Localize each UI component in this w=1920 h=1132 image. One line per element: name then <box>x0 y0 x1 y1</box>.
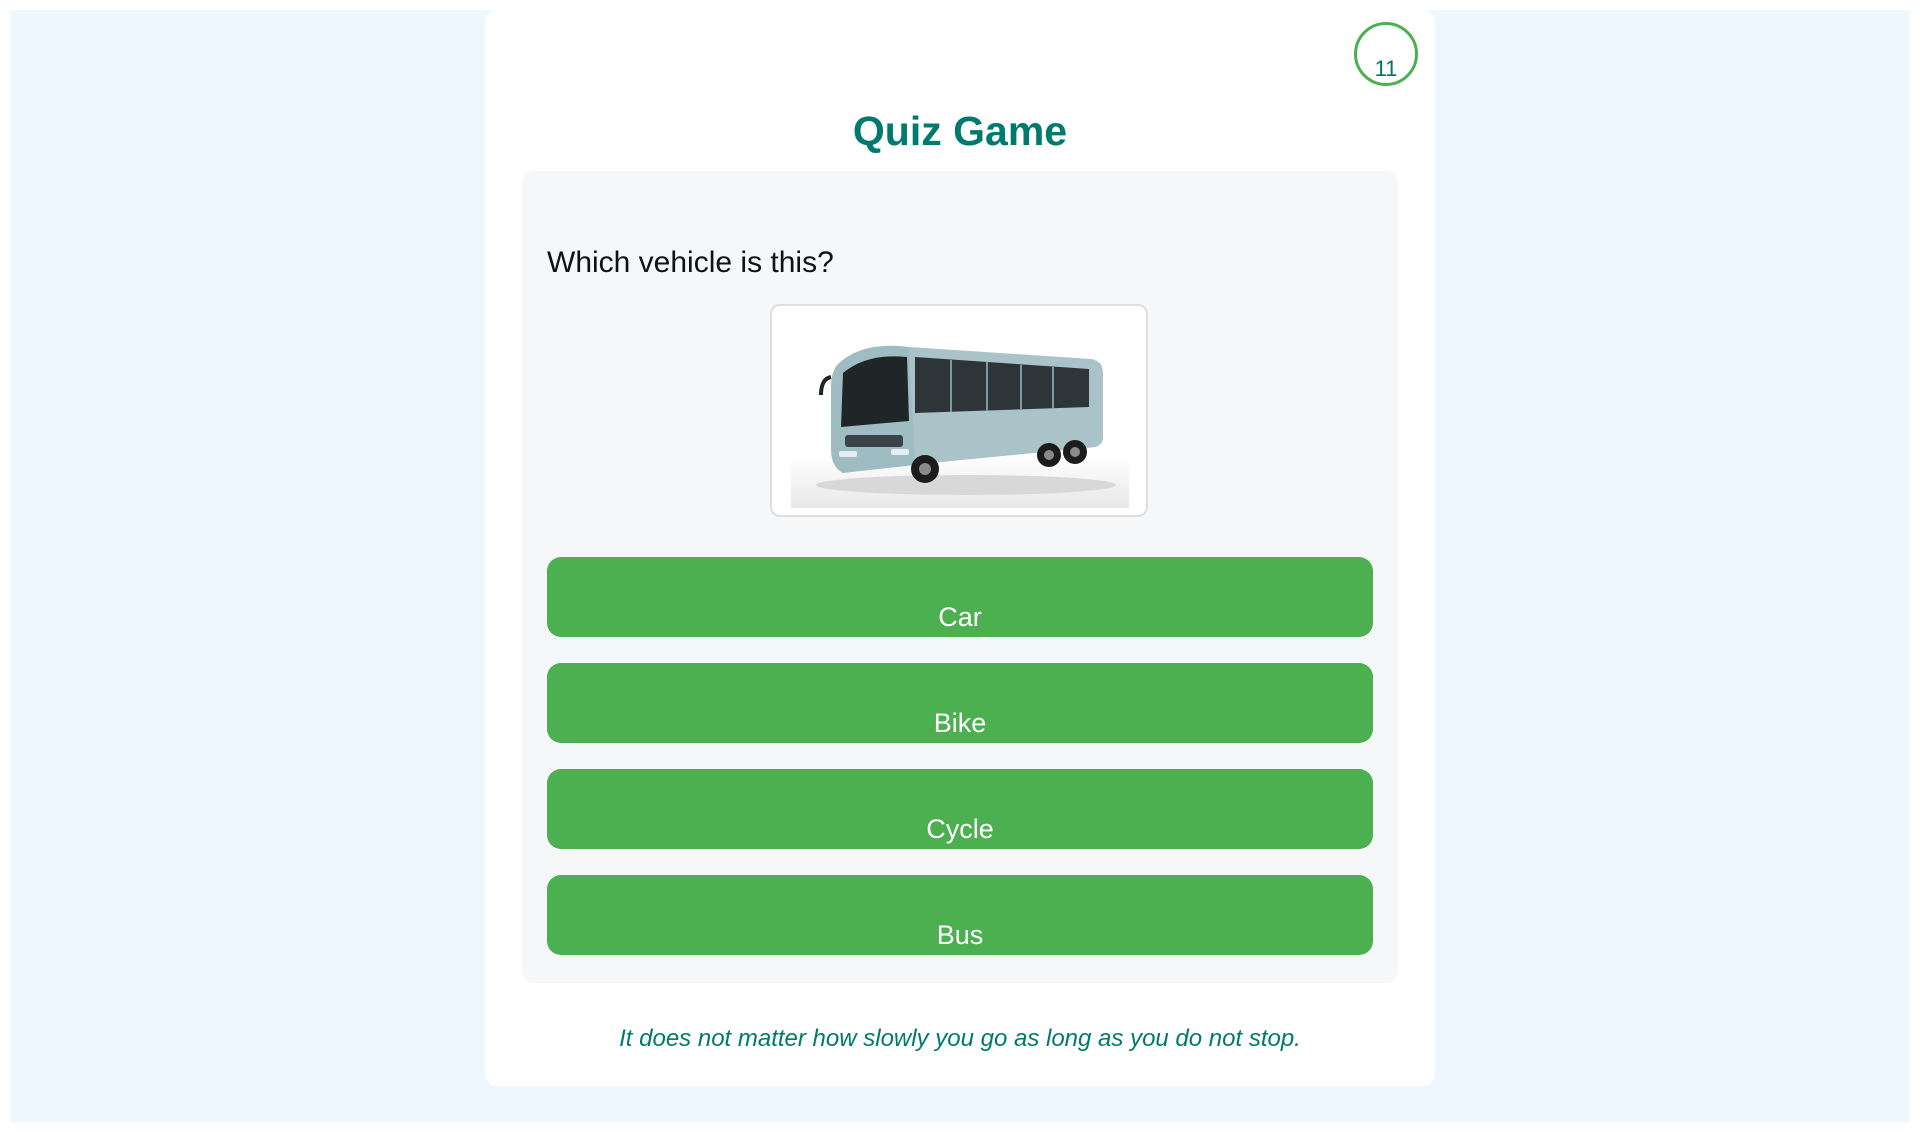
question-panel: Which vehicle is this? Car Bike Cycle Bu… <box>522 171 1398 983</box>
timer-value: 11 <box>1374 56 1398 81</box>
answer-button-cycle[interactable]: Cycle <box>547 769 1373 849</box>
page-title: Quiz Game <box>852 108 1068 154</box>
quiz-card: 11 Quiz Game Which vehicle is this? Car … <box>485 10 1435 1086</box>
page-background: 11 Quiz Game Which vehicle is this? Car … <box>10 10 1910 1122</box>
answer-button-car[interactable]: Car <box>547 557 1373 637</box>
countdown-timer: 11 <box>1354 22 1418 86</box>
answer-button-bike[interactable]: Bike <box>547 663 1373 743</box>
question-text: Which vehicle is this? <box>547 246 834 279</box>
bus-image <box>791 317 1129 508</box>
question-image-frame <box>770 304 1148 517</box>
answer-button-bus[interactable]: Bus <box>547 875 1373 955</box>
motivational-quote: It does not matter how slowly you go as … <box>619 1025 1301 1052</box>
